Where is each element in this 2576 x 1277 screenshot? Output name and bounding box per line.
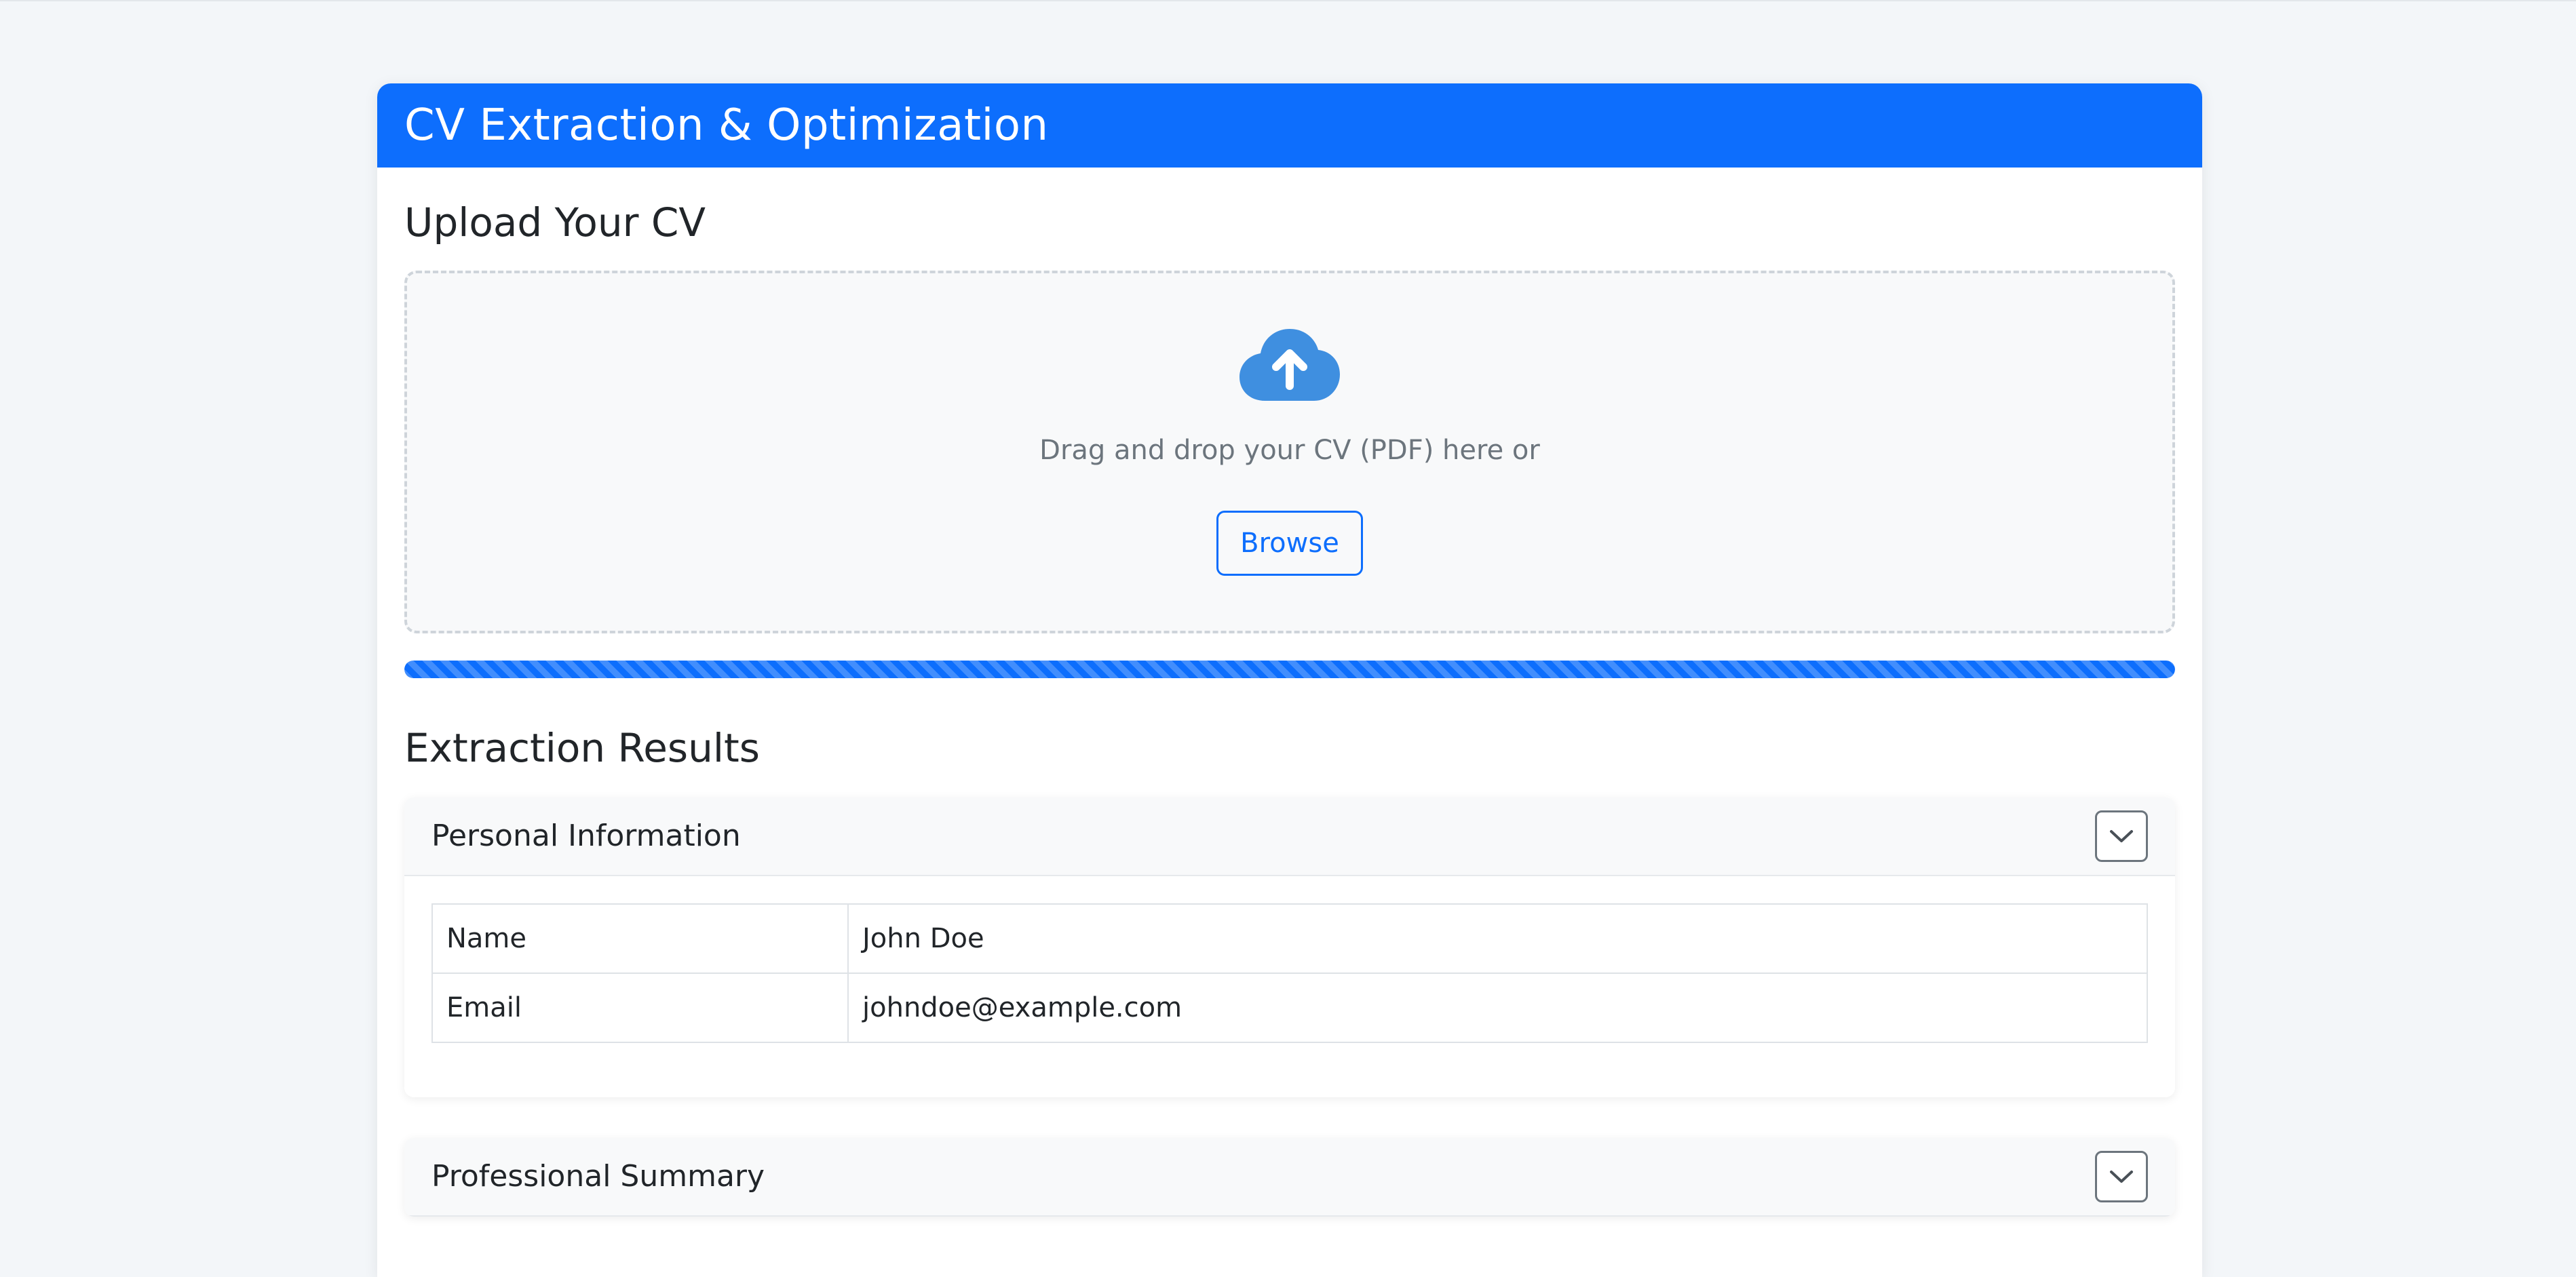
section-title: Professional Summary (431, 1159, 765, 1194)
upload-heading: Upload Your CV (404, 199, 706, 245)
table-row: Email johndoe@example.com (431, 972, 2148, 1043)
professional-summary-header[interactable]: Professional Summary (404, 1137, 2175, 1217)
chevron-down-icon (2110, 829, 2133, 842)
collapse-toggle-button[interactable] (2095, 1150, 2148, 1202)
personal-info-table: Name John Doe Email johndoe@example.com (431, 903, 2148, 1043)
cloud-upload-icon (1239, 328, 1340, 401)
dropzone-instructions: Drag and drop your CV (PDF) here or (1039, 434, 1540, 466)
personal-information-section: Personal Information Name John Doe Email… (404, 797, 2175, 1097)
professional-summary-section: Professional Summary (404, 1137, 2175, 1217)
field-value: John Doe (847, 903, 2148, 974)
field-value: johndoe@example.com (847, 972, 2148, 1043)
personal-information-body: Name John Doe Email johndoe@example.com (404, 876, 2175, 1097)
collapse-toggle-button[interactable] (2095, 810, 2148, 862)
results-heading: Extraction Results (404, 724, 760, 771)
chevron-down-icon (2110, 1170, 2133, 1183)
cv-dropzone[interactable]: Drag and drop your CV (PDF) here or Brow… (404, 270, 2175, 633)
main-card: CV Extraction & Optimization Upload Your… (377, 83, 2202, 1277)
upload-progress-fill (404, 660, 2175, 678)
field-name: Email (431, 972, 849, 1043)
app-title: CV Extraction & Optimization (404, 100, 1049, 151)
personal-information-header[interactable]: Personal Information (404, 797, 2175, 876)
table-row: Name John Doe (431, 903, 2148, 974)
browse-button[interactable]: Browse (1216, 510, 1363, 576)
upload-progress-bar (404, 660, 2175, 678)
section-title: Personal Information (431, 819, 741, 854)
card-header: CV Extraction & Optimization (377, 83, 2202, 168)
page-top-border (0, 0, 2576, 1)
field-name: Name (431, 903, 849, 974)
card-body: Upload Your CV Drag and drop your CV (PD… (377, 201, 2202, 1217)
